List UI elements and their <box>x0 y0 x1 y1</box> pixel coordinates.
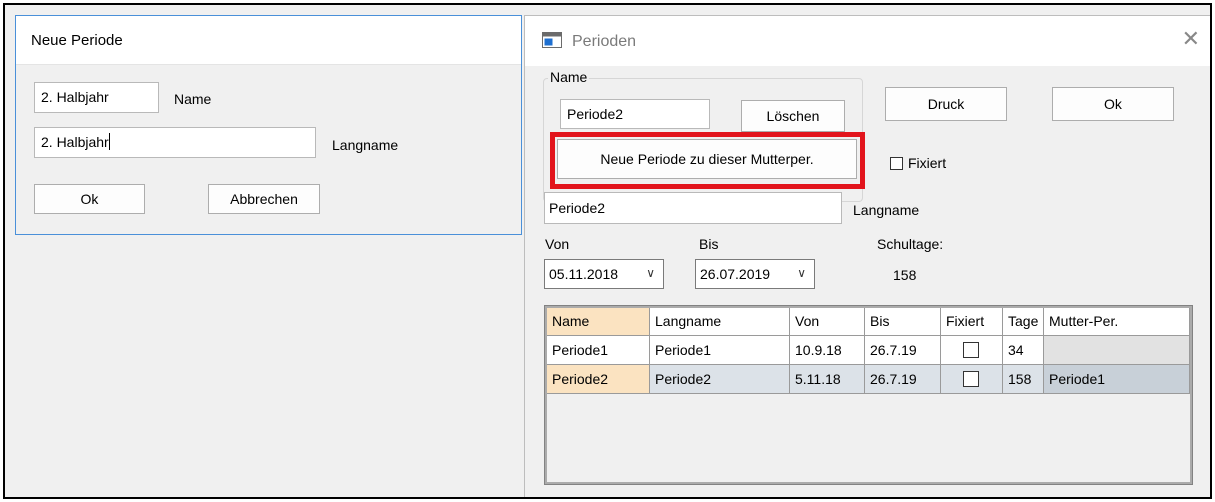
table-cell[interactable]: Periode1 <box>547 336 650 365</box>
perioden-ok-button[interactable]: Ok <box>1052 87 1174 121</box>
periode-langname-label: Langname <box>853 202 920 218</box>
window-icon <box>542 32 562 48</box>
schultage-value: 158 <box>893 267 917 283</box>
schultage-label: Schultage: <box>877 236 944 252</box>
table-cell-fixiert <box>941 365 1003 394</box>
column-header-fixiert[interactable]: Fixiert <box>941 308 1003 336</box>
column-header-name[interactable]: Name <box>547 308 650 336</box>
chevron-down-icon: ∨ <box>646 266 655 280</box>
druck-button[interactable]: Druck <box>885 87 1007 121</box>
table-cell[interactable]: Periode2 <box>547 365 650 394</box>
abbrechen-button[interactable]: Abbrechen <box>208 184 320 214</box>
perioden-titlebar: Perioden ✕ <box>525 16 1210 66</box>
table-cell[interactable]: 26.7.19 <box>865 365 941 394</box>
bis-label: Bis <box>699 236 719 252</box>
chevron-down-icon: ∨ <box>797 266 806 280</box>
periode-langname-input[interactable]: Periode2 <box>544 192 842 224</box>
column-header-mutter-per[interactable]: Mutter-Per. <box>1044 308 1190 336</box>
loeschen-button[interactable]: Löschen <box>741 100 845 132</box>
table-cell[interactable]: 26.7.19 <box>865 336 941 365</box>
neue-periode-title: Neue Periode <box>31 32 123 49</box>
row-fixiert-checkbox[interactable] <box>963 342 979 358</box>
table-cell-fixiert <box>941 336 1003 365</box>
neue-periode-dialog: Neue Periode 2. Halbjahr Name 2. Halbjah… <box>15 15 522 235</box>
table-cell[interactable]: 10.9.18 <box>790 336 865 365</box>
column-header-langname[interactable]: Langname <box>650 308 790 336</box>
bis-date-value: 26.07.2019 <box>700 266 771 282</box>
screenshot-frame: Neue Periode 2. Halbjahr Name 2. Halbjah… <box>3 3 1212 499</box>
table-cell[interactable]: Periode1 <box>1044 365 1190 394</box>
ok-button[interactable]: Ok <box>34 184 145 214</box>
table-cell[interactable]: 34 <box>1003 336 1044 365</box>
neue-periode-titlebar: Neue Periode <box>16 16 521 65</box>
langname-label: Langname <box>332 137 399 153</box>
name-group-label: Name <box>548 69 590 85</box>
column-header-von[interactable]: Von <box>790 308 865 336</box>
name-label: Name <box>174 91 212 107</box>
row-fixiert-checkbox[interactable] <box>963 371 979 387</box>
fixiert-checkbox[interactable] <box>890 157 903 170</box>
von-date-value: 05.11.2018 <box>549 266 619 282</box>
highlight-box <box>550 132 865 189</box>
column-header-bis[interactable]: Bis <box>865 308 941 336</box>
langname-input[interactable]: 2. Halbjahr <box>34 127 316 158</box>
table-cell[interactable] <box>1044 336 1190 365</box>
table-cell[interactable]: Periode1 <box>650 336 790 365</box>
fixiert-label: Fixiert <box>908 155 947 171</box>
column-header-tage[interactable]: Tage <box>1003 308 1044 336</box>
von-date-picker[interactable]: 05.11.2018 ∨ <box>544 259 664 289</box>
bis-date-picker[interactable]: 26.07.2019 ∨ <box>695 259 815 289</box>
table-cell[interactable]: 5.11.18 <box>790 365 865 394</box>
perioden-table-body: Name Langname Von Bis Fixiert Tage Mutte… <box>547 308 1190 482</box>
text-caret <box>108 133 110 150</box>
table-cell[interactable]: 158 <box>1003 365 1044 394</box>
table-cell[interactable]: Periode2 <box>650 365 790 394</box>
von-label: Von <box>545 236 570 252</box>
perioden-title: Perioden <box>572 33 637 50</box>
periode-name-input[interactable]: Periode2 <box>560 99 710 129</box>
perioden-table[interactable]: Name Langname Von Bis Fixiert Tage Mutte… <box>544 305 1193 485</box>
name-input[interactable]: 2. Halbjahr <box>34 82 159 113</box>
close-icon[interactable]: ✕ <box>1182 26 1200 52</box>
